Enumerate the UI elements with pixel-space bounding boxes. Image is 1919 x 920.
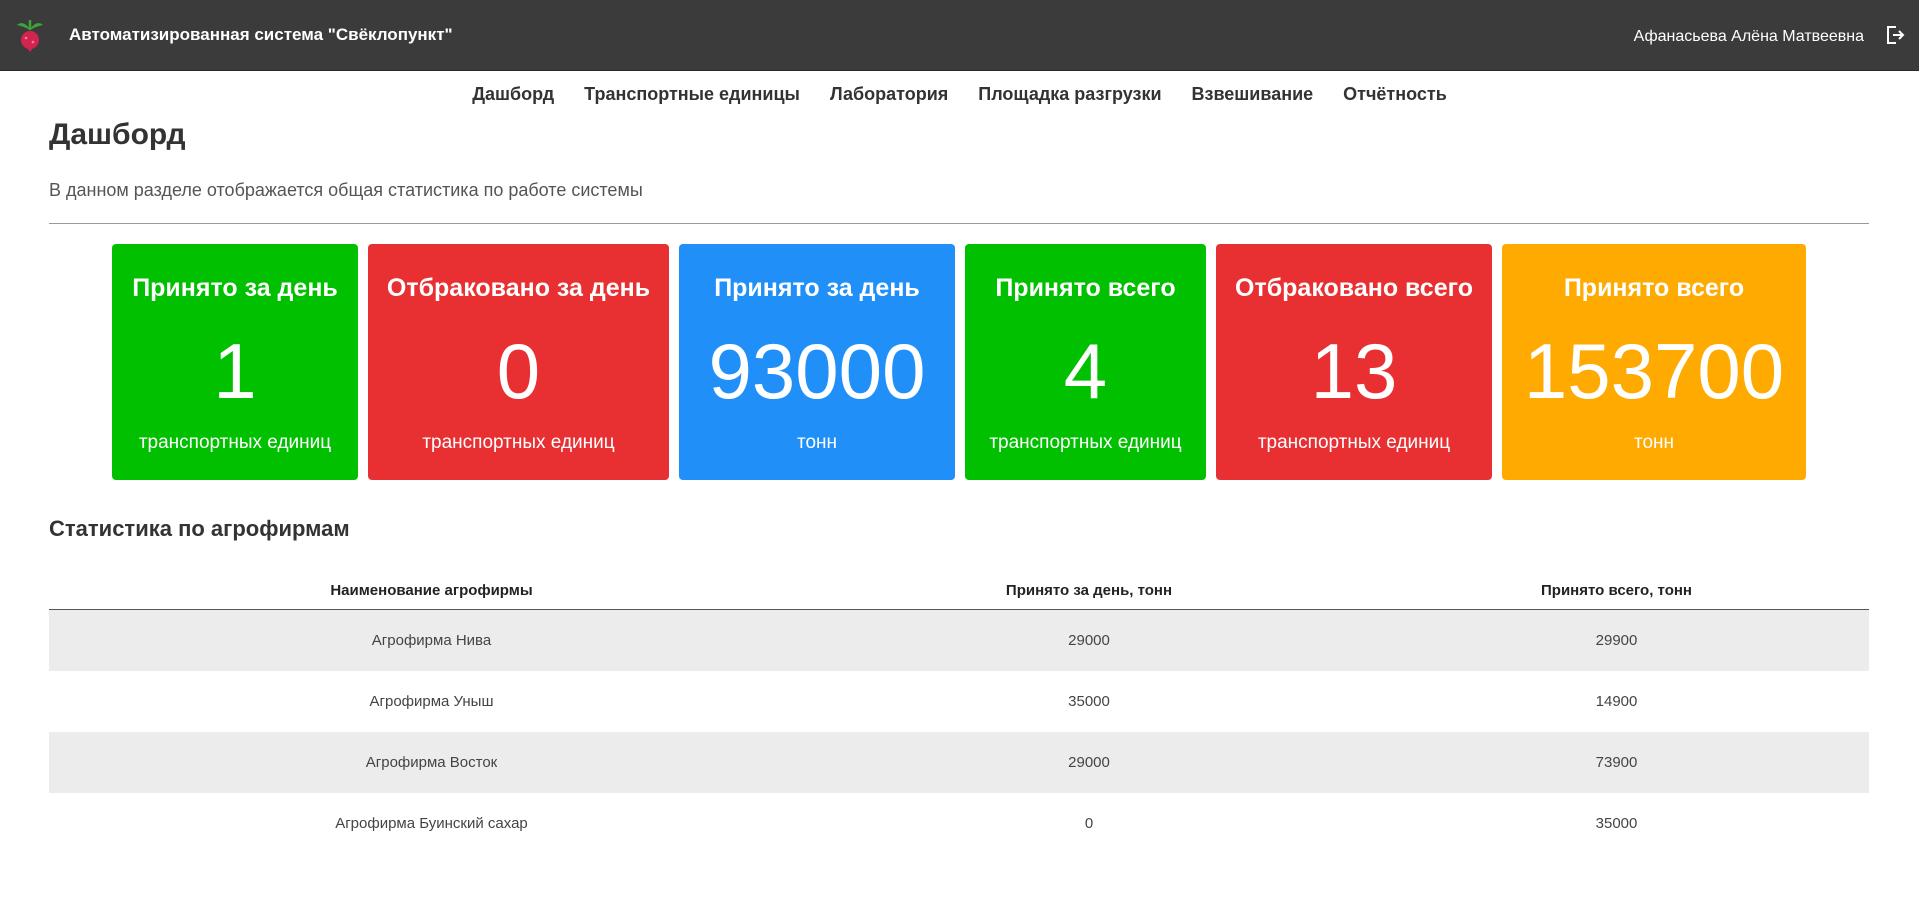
table-header: Наименование агрофирмы Принято за день, … xyxy=(49,572,1869,610)
table-cell: 14900 xyxy=(1595,693,1638,710)
card-unit: транспортных единиц xyxy=(138,432,332,453)
table-cell: 73900 xyxy=(1595,754,1638,771)
top-bar: Автоматизированная система "Свёклопункт"… xyxy=(0,0,1919,71)
card-value: 93000 xyxy=(708,327,926,415)
nav-item-weighing[interactable]: Взвешивание xyxy=(1192,84,1314,105)
table-row: Агрофирма Буинский сахар 0 35000 xyxy=(49,793,1869,854)
table-row: Агрофирма Восток 29000 73900 xyxy=(49,732,1869,793)
table-cell: 29000 xyxy=(1068,632,1110,649)
card-title: Отбраковано всего xyxy=(1235,274,1473,302)
table-cell: Агрофирма Нива xyxy=(371,632,492,649)
stat-card-accepted-total-vehicles: Принято всего 4 транспортных единиц xyxy=(965,244,1206,480)
card-value: 0 xyxy=(496,327,541,415)
stat-card-rejected-total: Отбраковано всего 13 транспортных единиц xyxy=(1216,244,1492,480)
table-cell: Агрофирма Уныш xyxy=(369,693,494,710)
main-nav: Дашборд Транспортные единицы Лаборатория… xyxy=(0,70,1919,118)
card-unit: транспортных единиц xyxy=(422,432,615,453)
divider xyxy=(49,223,1869,224)
nav-item-laboratory[interactable]: Лаборатория xyxy=(830,84,948,105)
nav-item-unloading-area[interactable]: Площадка разгрузки xyxy=(978,84,1161,105)
table-cell: 0 xyxy=(1084,815,1094,832)
card-value: 4 xyxy=(1063,327,1108,415)
beet-icon xyxy=(17,20,43,52)
table-row: Агрофирма Нива 29000 29900 xyxy=(49,610,1869,671)
card-title: Принято за день xyxy=(132,274,338,302)
table-cell: 35000 xyxy=(1595,815,1638,832)
logout-icon[interactable] xyxy=(1885,25,1905,45)
stat-card-accepted-day-vehicles: Принято за день 1 транспортных единиц xyxy=(112,244,358,480)
card-unit: тонн xyxy=(796,432,838,453)
card-value: 13 xyxy=(1310,327,1398,415)
table-cell: 35000 xyxy=(1068,693,1110,710)
table-cell: Агрофирма Буинский сахар xyxy=(335,815,528,832)
table-cell: 29900 xyxy=(1595,632,1638,649)
card-title: Принято всего xyxy=(1563,274,1745,302)
stat-card-accepted-total-tons: Принято всего 153700 тонн xyxy=(1502,244,1806,480)
card-unit: транспортных единиц xyxy=(989,432,1182,453)
table-row: Агрофирма Уныш 35000 14900 xyxy=(49,671,1869,732)
table-cell: Агрофирма Восток xyxy=(365,754,498,771)
card-value: 153700 xyxy=(1523,327,1785,415)
stat-card-accepted-day-tons: Принято за день 93000 тонн xyxy=(679,244,955,480)
stat-card-rejected-day: Отбраковано за день 0 транспортных едини… xyxy=(368,244,669,480)
card-title: Отбраковано за день xyxy=(386,274,651,302)
app-title: Автоматизированная система "Свёклопункт" xyxy=(69,25,453,44)
nav-item-vehicles[interactable]: Транспортные единицы xyxy=(584,84,800,105)
card-unit: транспортных единиц xyxy=(1257,432,1451,453)
page-title: Дашборд xyxy=(49,118,186,151)
nav-item-reports[interactable]: Отчётность xyxy=(1343,84,1447,105)
column-header: Наименование агрофирмы xyxy=(330,582,533,599)
card-title: Принято всего xyxy=(995,274,1176,302)
column-header: Принято всего, тонн xyxy=(1541,582,1692,599)
table-cell: 29000 xyxy=(1068,754,1110,771)
nav-item-dashboard[interactable]: Дашборд xyxy=(472,84,554,105)
card-value: 1 xyxy=(213,327,257,415)
column-header: Принято за день, тонн xyxy=(1005,582,1173,599)
page-subtitle: В данном разделе отображается общая стат… xyxy=(49,180,643,200)
card-title: Принято за день xyxy=(714,274,920,302)
section-title: Статистика по агрофирмам xyxy=(49,516,350,541)
user-name[interactable]: Афанасьева Алёна Матвеевна xyxy=(1634,28,1864,46)
agrofirm-stats-table: Наименование агрофирмы Принято за день, … xyxy=(49,572,1869,854)
card-unit: тонн xyxy=(1633,432,1675,453)
